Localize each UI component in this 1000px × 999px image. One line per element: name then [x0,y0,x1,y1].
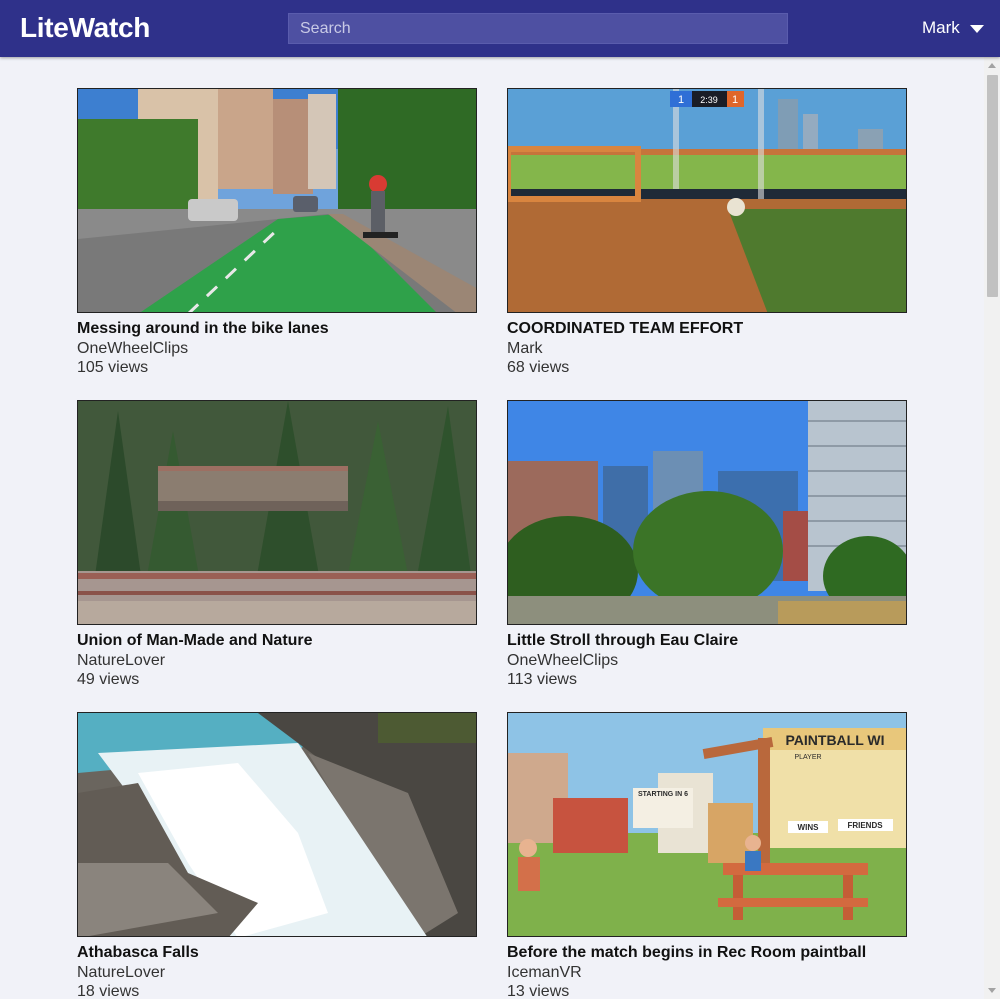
forest-bridge-thumbnail-image [78,401,476,624]
video-grid: Messing around in the bike lanes OneWhee… [0,57,984,999]
sign-wins: WINS [798,823,820,832]
sign-starting: STARTING IN 6 [638,791,688,798]
search-input[interactable] [288,13,788,44]
video-card[interactable]: Messing around in the bike lanes OneWhee… [77,88,477,377]
video-card[interactable]: 1 2:39 1 COORDINATED TEAM EFFORT Mark 68… [507,88,907,377]
top-navbar: LiteWatch Mark [0,0,1000,57]
video-channel[interactable]: OneWheelClips [507,651,907,670]
video-thumbnail[interactable]: PAINTBALL WI PLAYER STARTING IN 6 WINS F… [507,712,907,937]
score-right: 1 [732,94,738,106]
video-channel[interactable]: IcemanVR [507,963,907,982]
vertical-scrollbar[interactable] [984,57,1000,999]
user-name: Mark [922,18,960,37]
video-title[interactable]: Athabasca Falls [77,943,477,963]
game-arena-thumbnail-image: 1 2:39 1 [508,89,906,312]
waterfall-thumbnail-image [78,713,476,936]
video-views: 49 views [77,671,140,688]
video-title[interactable]: Messing around in the bike lanes [77,319,477,339]
video-views: 113 views [507,671,577,688]
video-title[interactable]: Before the match begins in Rec Room pain… [507,943,907,963]
user-menu[interactable]: Mark [922,18,984,38]
city-towers-park-thumbnail-image [508,401,906,624]
video-thumbnail[interactable] [77,712,477,937]
scroll-down-arrow-icon[interactable] [988,988,996,993]
video-thumbnail[interactable] [77,88,477,313]
video-thumbnail[interactable] [77,400,477,625]
video-thumbnail[interactable] [507,400,907,625]
caret-down-icon [969,24,984,33]
video-channel[interactable]: Mark [507,339,907,358]
scroll-up-arrow-icon[interactable] [988,63,996,68]
sign-sub: PLAYER [794,754,821,761]
video-card[interactable]: Little Stroll through Eau Claire OneWhee… [507,400,907,689]
score-time: 2:39 [700,95,718,105]
score-left: 1 [678,94,684,106]
city-bike-lane-thumbnail-image [78,89,476,312]
vr-paintball-thumbnail-image: PAINTBALL WI PLAYER STARTING IN 6 WINS F… [508,713,906,936]
video-views: 13 views [507,983,570,999]
video-channel[interactable]: OneWheelClips [77,339,477,358]
scrollbar-thumb[interactable] [987,75,998,297]
video-title[interactable]: COORDINATED TEAM EFFORT [507,319,907,339]
video-channel[interactable]: NatureLover [77,651,477,670]
video-views: 68 views [507,359,570,376]
sign-board: PAINTBALL WI [785,732,884,748]
video-card[interactable]: PAINTBALL WI PLAYER STARTING IN 6 WINS F… [507,712,907,999]
video-card[interactable]: Union of Man-Made and Nature NatureLover… [77,400,477,689]
sign-friends: FRIENDS [847,821,883,830]
video-views: 105 views [77,359,149,376]
video-title[interactable]: Union of Man-Made and Nature [77,631,477,651]
video-channel[interactable]: NatureLover [77,963,477,982]
video-views: 18 views [77,983,140,999]
brand-logo[interactable]: LiteWatch [20,12,150,44]
video-card[interactable]: Athabasca Falls NatureLover 18 views [77,712,477,999]
video-title[interactable]: Little Stroll through Eau Claire [507,631,907,651]
video-thumbnail[interactable]: 1 2:39 1 [507,88,907,313]
